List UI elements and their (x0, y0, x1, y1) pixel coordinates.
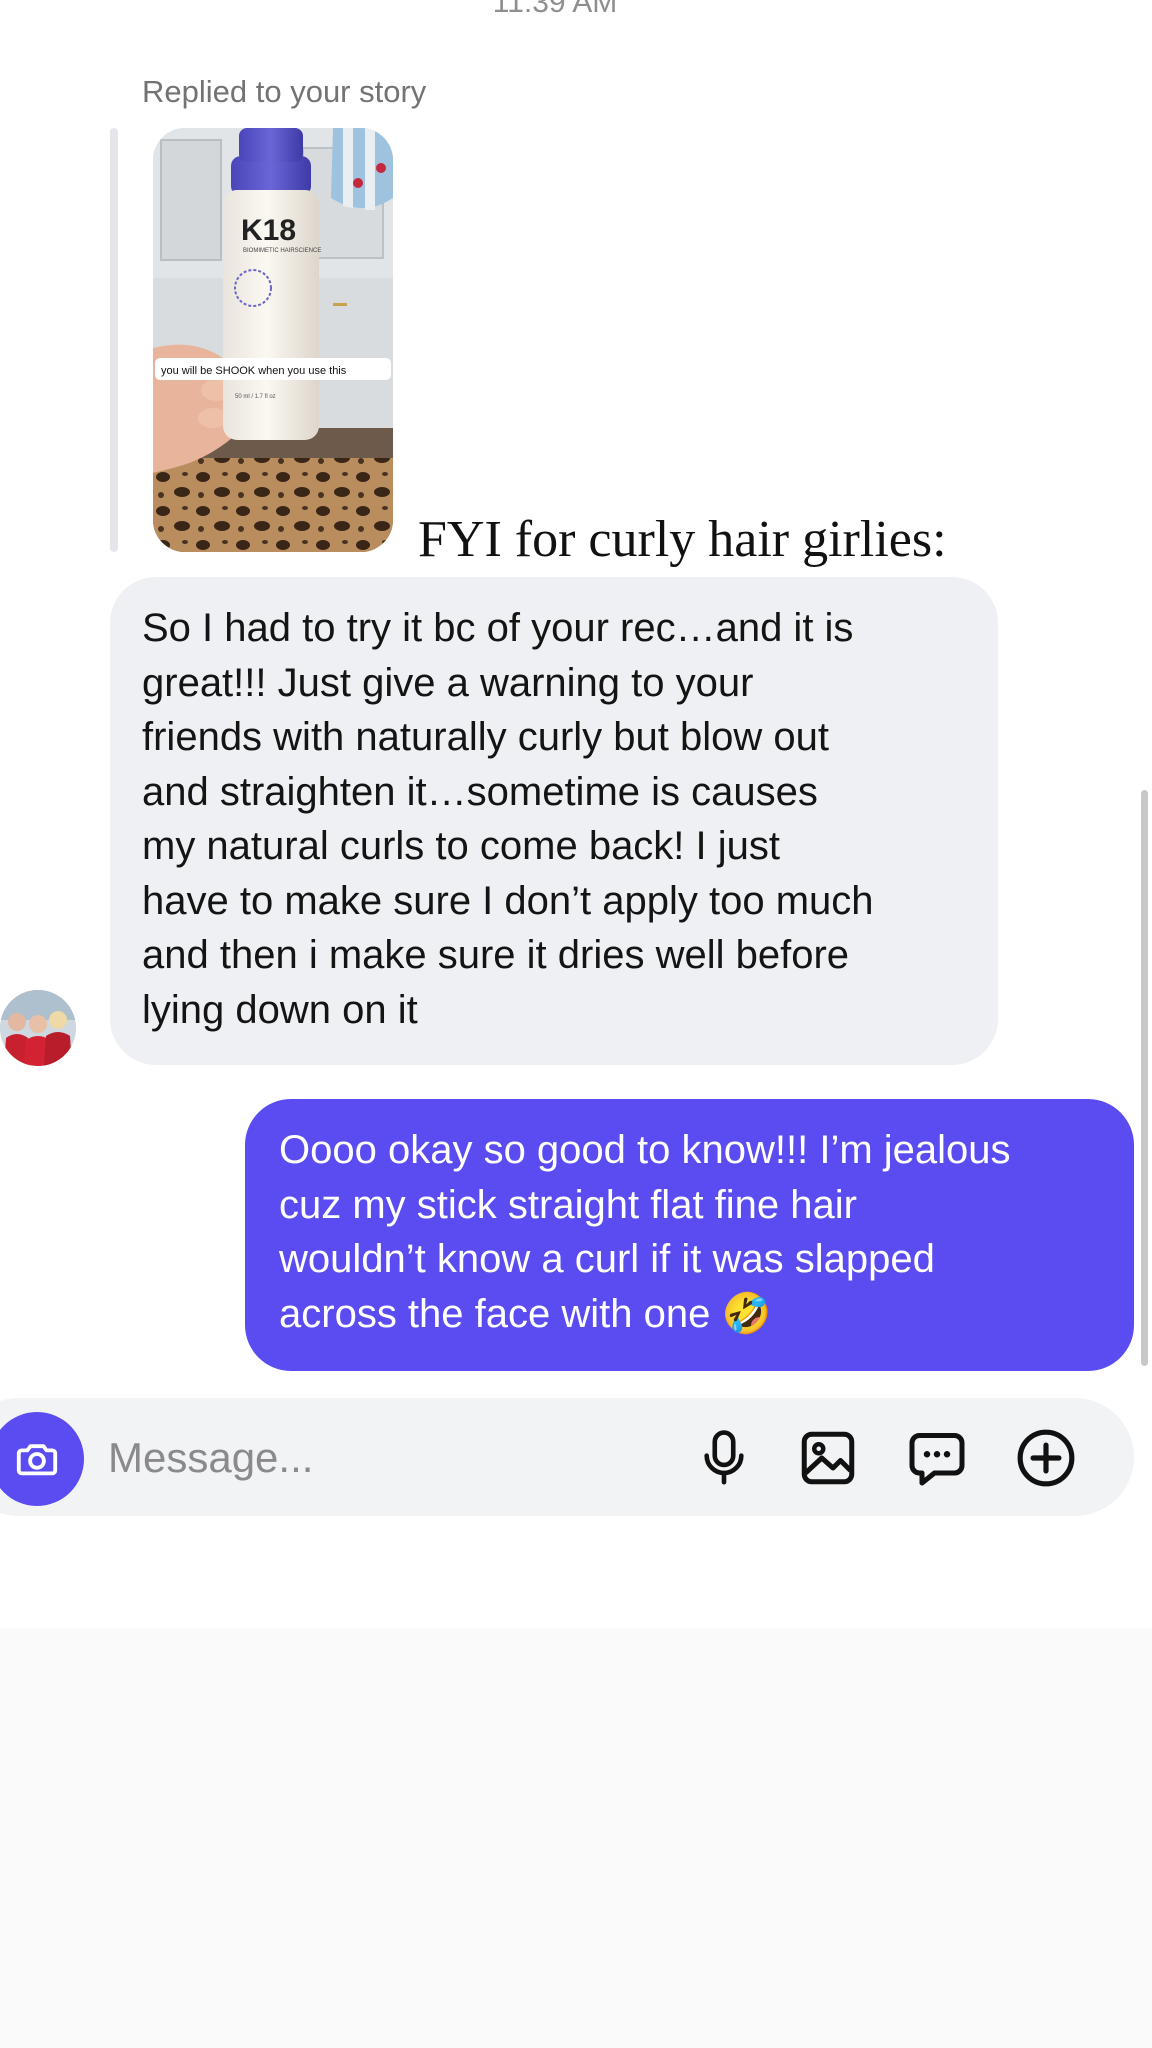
story-image: K18 BIOMIMETIC HAIRSCIENCE you will be S… (153, 128, 393, 552)
story-sticker-text: you will be SHOOK when you use this (161, 365, 347, 377)
sticker-chat-button[interactable] (901, 1422, 973, 1494)
camera-icon (16, 1444, 58, 1476)
microphone-icon (704, 1430, 744, 1485)
message-input[interactable] (108, 1423, 668, 1493)
incoming-message-text: So I had to try it bc of your rec…and it… (142, 606, 874, 1032)
outgoing-message-bubble[interactable]: Oooo okay so good to know!!! I’m jealous… (245, 1099, 1134, 1371)
scrollbar[interactable] (1141, 790, 1148, 1366)
sticker-chat-icon (909, 1433, 965, 1486)
story-brand: K18 (241, 214, 296, 247)
story-thumbnail[interactable]: K18 BIOMIMETIC HAIRSCIENCE you will be S… (153, 128, 393, 552)
gallery-icon (801, 1431, 855, 1485)
story-volume: 50 ml / 1.7 fl oz (235, 394, 276, 400)
gallery-button[interactable] (792, 1422, 864, 1494)
message-timestamp: 11:39 AM (492, 0, 618, 19)
story-reply-label: Replied to your story (142, 74, 427, 109)
dm-thread-screen: 11:39 AM Replied to your story K18 BIOMI… (0, 0, 1152, 2048)
plus-circle-icon (1017, 1429, 1075, 1487)
outgoing-message-text: Oooo okay so good to know!!! I’m jealous… (279, 1128, 1011, 1336)
story-caption: FYI for curly hair girlies: (418, 511, 947, 568)
keyboard-area (0, 1628, 1152, 2048)
sender-avatar[interactable] (0, 990, 76, 1066)
avatar-image (0, 990, 76, 1066)
story-brand-sub: BIOMIMETIC HAIRSCIENCE (243, 248, 321, 254)
add-attachment-button[interactable] (1010, 1422, 1082, 1494)
microphone-button[interactable] (688, 1422, 760, 1494)
incoming-message-bubble[interactable]: So I had to try it bc of your rec…and it… (110, 577, 998, 1065)
story-reply-bar (110, 128, 118, 552)
